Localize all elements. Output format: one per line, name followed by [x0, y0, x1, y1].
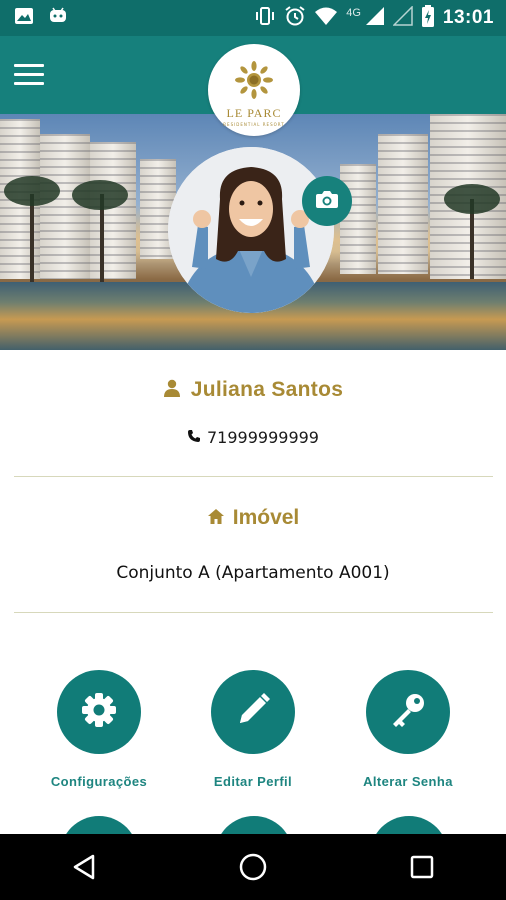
pencil-icon	[234, 691, 272, 733]
signal-empty-icon	[392, 5, 413, 30]
profile-name: Juliana Santos	[190, 378, 344, 401]
wifi-icon	[314, 6, 338, 30]
system-nav-bar	[0, 834, 506, 900]
home-icon	[207, 508, 225, 529]
alarm-icon	[284, 5, 306, 31]
vibrate-icon	[254, 6, 276, 30]
battery-charging-icon	[421, 5, 435, 31]
back-icon[interactable]	[54, 842, 114, 892]
network-type: 4G	[346, 7, 361, 19]
image-icon	[14, 7, 34, 29]
divider	[14, 612, 493, 613]
phone-icon	[187, 428, 201, 447]
status-bar: 4G 13:01	[0, 0, 506, 36]
logo-subtitle: RESIDENTIAL RESORT	[223, 122, 285, 127]
user-icon	[163, 379, 181, 401]
home-circle-icon[interactable]	[223, 842, 283, 892]
property-section-header: Imóvel	[0, 506, 506, 530]
profile-name-row: Juliana Santos	[0, 378, 506, 402]
gear-icon	[80, 691, 118, 733]
property-title: Imóvel	[232, 506, 300, 529]
profile-phone-row: 71999999999	[0, 428, 506, 447]
android-icon	[48, 7, 68, 29]
edit-profile-label: Editar Perfil	[213, 774, 293, 789]
key-icon	[389, 691, 427, 733]
logo: LE PARC RESIDENTIAL RESORT	[208, 44, 300, 136]
divider	[14, 476, 493, 477]
sunflower-logo-icon	[234, 60, 274, 104]
edit-profile-button[interactable]: Editar Perfil	[178, 670, 328, 789]
change-photo-button[interactable]	[302, 176, 352, 226]
profile-photo	[168, 147, 334, 313]
status-time: 13:01	[442, 7, 494, 28]
recents-icon[interactable]	[392, 842, 452, 892]
change-password-button[interactable]: Alterar Senha	[333, 670, 483, 789]
settings-label: Configurações	[50, 774, 148, 789]
property-unit: Conjunto A (Apartamento A001)	[116, 563, 390, 583]
hamburger-menu-icon[interactable]	[14, 64, 44, 88]
logo-name: LE PARC	[226, 106, 282, 120]
profile-phone: 71999999999	[207, 428, 319, 447]
signal-icon	[365, 6, 385, 30]
camera-icon	[315, 189, 339, 213]
change-password-label: Alterar Senha	[363, 774, 453, 789]
settings-button[interactable]: Configurações	[24, 670, 174, 789]
